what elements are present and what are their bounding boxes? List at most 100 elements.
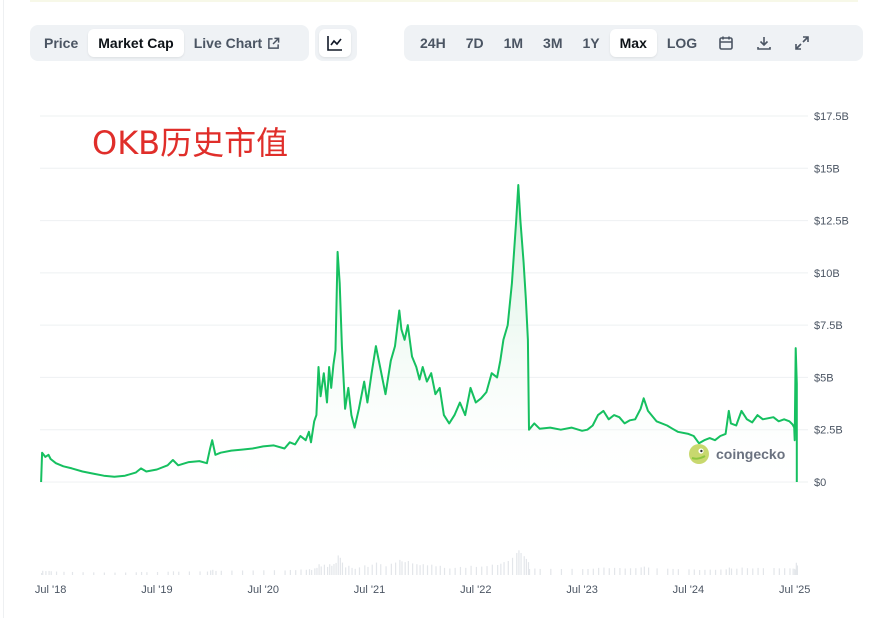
volume-bar <box>475 566 478 575</box>
volume-bar <box>796 565 799 575</box>
volume-bar <box>699 570 701 575</box>
volume-bar <box>643 566 645 575</box>
volume-bar <box>762 568 764 575</box>
volume-bar <box>443 567 446 575</box>
volume-bar <box>341 562 344 575</box>
volume-bar <box>300 569 302 575</box>
volume-bar <box>375 562 378 575</box>
volume-bar <box>635 568 637 575</box>
volume-bar <box>728 567 730 575</box>
volume-bar <box>354 568 356 575</box>
volume-bar <box>295 570 297 575</box>
market-cap-chart: $0 $2.5B $5B $7.5B $10B $12.5B $15B $17.5B Jul … <box>35 111 849 596</box>
volume-bar <box>784 568 786 575</box>
volume-bar <box>534 568 536 575</box>
volume-bar <box>395 562 397 575</box>
volume-bar <box>741 567 743 575</box>
volume-bar <box>523 556 525 575</box>
volume-bar <box>481 566 483 575</box>
volume-bar <box>613 567 616 575</box>
volume-bar <box>449 568 451 575</box>
volume-bar <box>178 571 180 575</box>
volume-bar <box>667 568 669 575</box>
volume-bar <box>156 572 159 575</box>
volume-bar <box>598 567 600 575</box>
volume-bar <box>528 569 531 575</box>
volume-bar <box>507 561 509 575</box>
y-tick-label: $0 <box>814 477 826 489</box>
volume-bar <box>351 567 353 575</box>
volume-bar <box>337 555 339 575</box>
volume-bar <box>364 565 366 575</box>
volume-bar <box>63 571 65 575</box>
volume-bar <box>794 569 796 575</box>
volume-bar <box>399 559 401 575</box>
volume-bar <box>348 565 350 575</box>
y-tick-label: $17.5B <box>814 111 849 123</box>
volume-bar <box>210 570 212 575</box>
volume-bar <box>486 566 488 575</box>
volume-bar <box>333 564 335 575</box>
market-cap-area <box>41 185 797 482</box>
volume-bar <box>730 568 733 575</box>
volume-bar <box>329 564 331 575</box>
volume-bar <box>305 569 307 575</box>
volume-bar <box>167 571 169 575</box>
volume-bar <box>316 567 318 575</box>
volume-bar <box>326 566 329 575</box>
volume-bar <box>252 570 254 575</box>
volume-bar <box>416 564 418 575</box>
volume-bar <box>367 566 369 575</box>
volume-bar <box>704 569 706 575</box>
y-tick-label: $12.5B <box>814 216 849 228</box>
x-tick-label: Jul '24 <box>673 584 704 596</box>
volume-bar <box>50 571 52 575</box>
x-tick-label: Jul '19 <box>141 584 172 596</box>
volume-bar <box>215 570 217 575</box>
volume-bar <box>135 572 137 575</box>
volume-bar <box>491 564 493 575</box>
volume-bar <box>311 569 313 575</box>
volume-bar <box>792 568 794 575</box>
volume-bar <box>693 569 695 575</box>
volume-bar <box>335 562 337 575</box>
volume-bar <box>624 568 626 575</box>
volume-bar <box>709 569 711 575</box>
x-tick-label: Jul '20 <box>247 584 278 596</box>
volume-bar <box>500 563 502 575</box>
volume-bar <box>454 567 456 575</box>
volume-bar <box>385 566 387 575</box>
volume-bar <box>518 550 520 575</box>
volume-bar <box>93 572 95 575</box>
volume-bar <box>582 569 584 575</box>
volume-bar <box>720 569 722 575</box>
volume-bar <box>439 565 441 575</box>
volume-bar <box>773 568 775 575</box>
volume-bar <box>358 567 361 575</box>
volume-bar <box>339 557 341 575</box>
coingecko-watermark: coingecko <box>688 443 785 465</box>
volume-bar <box>404 562 406 575</box>
volume-bar <box>431 564 433 575</box>
volume-bar <box>45 571 47 575</box>
volume-bar <box>714 569 717 575</box>
volume-bar <box>511 557 514 575</box>
volume-bar <box>199 571 201 575</box>
volume-bar <box>470 565 472 575</box>
y-tick-label: $5B <box>814 372 834 384</box>
volume-bar <box>503 562 505 575</box>
volume-bar <box>42 570 44 575</box>
volume-bar <box>656 568 658 575</box>
chart-area: $0 $2.5B $5B $7.5B $10B $12.5B $15B $17.5B Jul … <box>0 0 878 618</box>
volume-bar <box>114 572 116 575</box>
y-tick-label: $15B <box>814 163 840 175</box>
volume-bar <box>390 563 392 575</box>
volume-bar <box>550 568 552 575</box>
volume-bar <box>125 572 127 575</box>
volume-bar <box>320 566 322 575</box>
volume-bar <box>263 570 265 575</box>
volume-bar <box>725 569 727 575</box>
volume-bar <box>422 564 424 575</box>
volume-bar <box>426 565 429 575</box>
volume-bar <box>640 567 642 575</box>
